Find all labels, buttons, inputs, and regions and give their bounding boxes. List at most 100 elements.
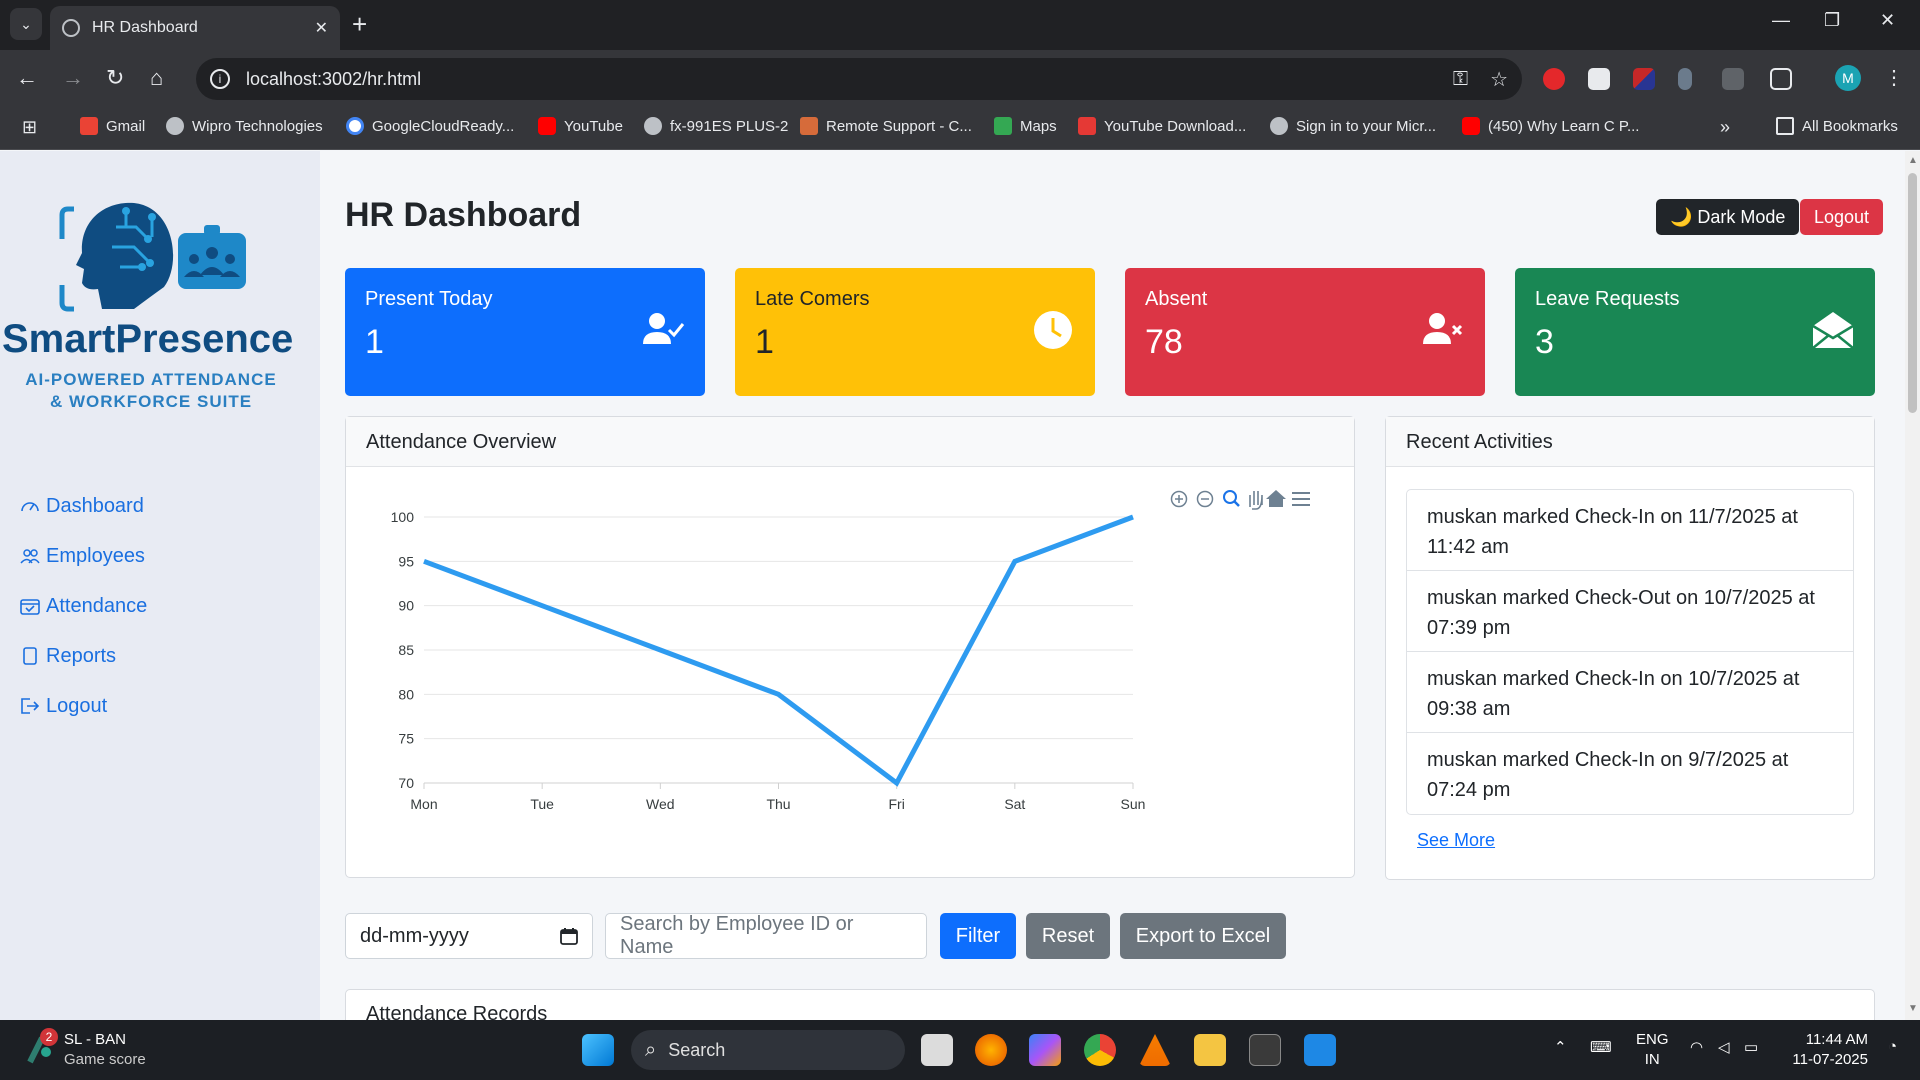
all-bookmarks[interactable]: All Bookmarks xyxy=(1776,117,1898,135)
terminal-icon[interactable] xyxy=(1249,1034,1281,1066)
bookmark-fx991[interactable]: fx-991ES PLUS-2 xyxy=(644,117,788,135)
extension-flag-icon[interactable] xyxy=(1633,68,1655,90)
sidebar-nav: Dashboard Employees Attendance Reports L… xyxy=(20,481,147,731)
taskbar-search[interactable]: ⌕ Search xyxy=(631,1030,905,1070)
y-tick-label: 100 xyxy=(391,509,415,525)
zoom-out-icon[interactable] xyxy=(1196,490,1214,508)
password-key-icon[interactable]: ⚿ xyxy=(1453,68,1468,91)
vlc-icon[interactable] xyxy=(1139,1034,1171,1066)
new-tab-button[interactable]: + xyxy=(352,10,367,38)
vscode-icon[interactable] xyxy=(1304,1034,1336,1066)
tab-search-button[interactable]: ⌄ xyxy=(10,8,42,40)
notification-bell-icon[interactable]: ◔ xyxy=(1888,1038,1897,1055)
apps-grid-icon[interactable]: ⊞ xyxy=(22,117,37,138)
extension-red-icon[interactable] xyxy=(1543,68,1565,90)
y-tick-label: 70 xyxy=(398,775,414,791)
bookmark-googlecloud[interactable]: GoogleCloudReady... xyxy=(346,117,514,135)
reload-icon[interactable]: ↻ xyxy=(106,64,124,92)
wifi-icon[interactable]: ◠ xyxy=(1690,1038,1703,1056)
page-viewport: SmartPresence AI-POWERED ATTENDANCE & WO… xyxy=(0,151,1920,1020)
site-info-icon[interactable]: i xyxy=(210,69,230,89)
firefox-icon[interactable] xyxy=(975,1034,1007,1066)
globe-icon xyxy=(166,117,184,135)
tab-title: HR Dashboard xyxy=(92,19,198,36)
y-tick-label: 80 xyxy=(398,686,414,702)
bookmark-wipro[interactable]: Wipro Technologies xyxy=(166,117,323,135)
bookmark-youtube-download[interactable]: YouTube Download... xyxy=(1078,117,1246,135)
zoom-selection-icon[interactable] xyxy=(1223,490,1240,507)
dark-mode-button[interactable]: 🌙 Dark Mode xyxy=(1656,199,1800,235)
date-filter-input[interactable]: dd-mm-yyyy xyxy=(345,913,593,959)
logout-button[interactable]: Logout xyxy=(1800,199,1884,235)
pan-hand-icon[interactable] xyxy=(1249,491,1263,510)
scrollbar-thumb[interactable] xyxy=(1908,173,1917,413)
sidebar-item-logout[interactable]: Logout xyxy=(20,681,147,731)
x-tick-label: Sat xyxy=(1004,796,1025,812)
sidebar-item-attendance[interactable]: Attendance xyxy=(20,581,147,631)
address-bar[interactable]: i localhost:3002/hr.html ⚿ ☆ xyxy=(196,58,1522,100)
export-excel-button[interactable]: Export to Excel xyxy=(1120,913,1286,959)
battery-icon[interactable]: ▭ xyxy=(1744,1038,1758,1056)
bookmark-gmail[interactable]: Gmail xyxy=(80,117,145,135)
system-clock[interactable]: 11:44 AM 11-07-2025 xyxy=(1784,1030,1868,1070)
extensions-puzzle-icon[interactable] xyxy=(1770,68,1792,90)
card-value: 78 xyxy=(1145,323,1183,361)
bookmark-microsoft-signin[interactable]: Sign in to your Micr... xyxy=(1270,117,1436,135)
globe-icon xyxy=(62,19,80,37)
forward-icon[interactable]: → xyxy=(62,64,84,92)
bookmark-youtube-c[interactable]: (450) Why Learn C P... xyxy=(1462,117,1639,135)
y-tick-label: 85 xyxy=(398,642,414,658)
sidebar-item-dashboard[interactable]: Dashboard xyxy=(20,481,147,531)
menu-kebab-icon[interactable]: ⋮ xyxy=(1884,64,1904,92)
windows-start-icon[interactable] xyxy=(582,1034,614,1066)
chart-menu-icon[interactable] xyxy=(1292,492,1310,506)
browser-tab[interactable]: HR Dashboard ✕ xyxy=(50,6,340,50)
sidebar-item-employees[interactable]: Employees xyxy=(20,531,147,581)
calendar-icon[interactable] xyxy=(560,927,578,945)
copilot-icon[interactable] xyxy=(1029,1034,1061,1066)
attendance-overview-panel: Attendance Overview 70 75 80 85 90 95 100 Mon T… xyxy=(345,416,1355,878)
chrome-icon[interactable] xyxy=(1084,1034,1116,1066)
filter-button[interactable]: Filter xyxy=(940,913,1016,959)
volume-icon[interactable]: ◁ xyxy=(1718,1038,1730,1056)
close-tab-icon[interactable]: ✕ xyxy=(315,18,328,38)
people-icon xyxy=(20,549,40,564)
bookmark-star-icon[interactable]: ☆ xyxy=(1490,67,1508,92)
bookmark-maps[interactable]: Maps xyxy=(994,117,1057,135)
scroll-up-icon[interactable]: ▲ xyxy=(1908,155,1918,166)
bookmark-remote-support[interactable]: Remote Support - C... xyxy=(800,117,972,135)
extension-window-icon[interactable] xyxy=(1588,68,1610,90)
card-value: 1 xyxy=(365,323,384,361)
bookmark-youtube[interactable]: YouTube xyxy=(538,117,623,135)
notification-badge: 2 xyxy=(40,1028,58,1046)
page-scrollbar[interactable]: ▲ ▼ xyxy=(1905,151,1920,1020)
back-icon[interactable]: ← xyxy=(16,64,38,92)
zoom-in-icon[interactable] xyxy=(1170,490,1188,508)
see-more-link[interactable]: See More xyxy=(1417,830,1495,851)
keyboard-icon[interactable]: ⌨ xyxy=(1590,1038,1612,1056)
window-close-icon[interactable]: ✕ xyxy=(1880,10,1895,31)
sidebar-item-reports[interactable]: Reports xyxy=(20,631,147,681)
bookmarks-bar: ⊞ Gmail Wipro Technologies GoogleCloudRe… xyxy=(0,108,1920,150)
extension-mouse-icon[interactable] xyxy=(1678,68,1692,90)
remote-support-icon xyxy=(800,117,818,135)
more-bookmarks-icon[interactable]: » xyxy=(1720,117,1730,138)
reset-home-icon[interactable] xyxy=(1266,490,1286,507)
profile-avatar[interactable]: M xyxy=(1835,65,1861,91)
task-view-icon[interactable] xyxy=(921,1034,953,1066)
file-explorer-icon[interactable] xyxy=(1194,1034,1226,1066)
globe-icon xyxy=(1270,117,1288,135)
scroll-down-icon[interactable]: ▼ xyxy=(1908,1003,1918,1014)
minimize-icon[interactable]: — xyxy=(1772,10,1790,31)
restore-icon[interactable]: ❐ xyxy=(1824,10,1840,31)
show-hidden-icons[interactable]: ⌃ xyxy=(1554,1038,1567,1056)
news-widget[interactable]: 2 SL - BAN Game score xyxy=(26,1028,146,1069)
extension-grey-icon[interactable] xyxy=(1722,68,1744,90)
y-tick-label: 75 xyxy=(398,731,414,747)
panel-title: Attendance Overview xyxy=(346,417,1354,467)
reset-button[interactable]: Reset xyxy=(1026,913,1110,959)
home-icon[interactable]: ⌂ xyxy=(150,64,163,92)
employee-search-input[interactable]: Search by Employee ID or Name xyxy=(605,913,927,959)
language-indicator[interactable]: ENG IN xyxy=(1636,1030,1669,1070)
sidebar: SmartPresence AI-POWERED ATTENDANCE & WO… xyxy=(0,151,320,1020)
